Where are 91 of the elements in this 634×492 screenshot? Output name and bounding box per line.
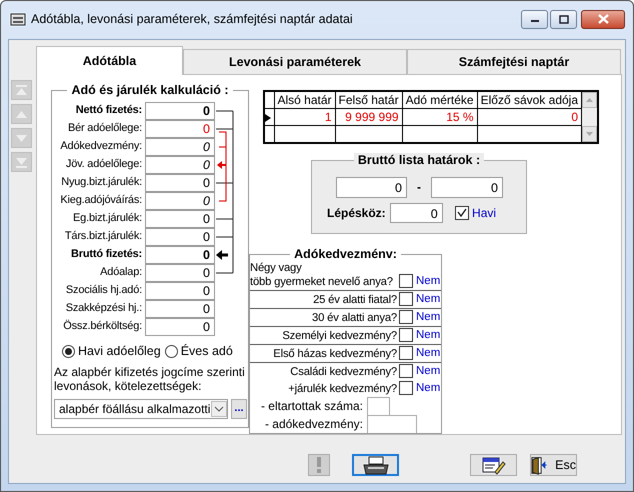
up-arrow-icon [14,83,29,97]
tab[interactable]: Levonási paraméterek [183,49,407,74]
value-field: 0 [145,210,215,228]
answer-text: Nem [415,293,441,308]
answer-text: Nem [415,365,441,380]
radio-option[interactable]: Éves adó [164,344,233,359]
close-icon [598,14,608,24]
window-title: Adótábla, levonási paraméterek, számfejtési naptár adatai [31,12,354,26]
app-icon [10,12,26,26]
checkbox[interactable] [399,310,413,324]
field-label: Eg.bizt.járulék: [72,212,143,226]
field-label: Lépésköz: [327,206,386,220]
value-field: 0 [336,177,407,198]
caret-icon [211,400,227,417]
value-field: 0 [145,228,215,246]
option-label: Négy vagy több gyermeket nevelő anya? [250,261,394,290]
value-field: 0 [145,156,215,174]
maximize-button[interactable] [550,10,577,28]
value-field: 0 [145,318,215,336]
value-field: 0 [145,120,215,138]
option-label: 25 év alatti fiatal? [312,292,398,307]
exit-button[interactable]: Esc [530,454,577,476]
checkbox[interactable] [399,364,413,378]
value-field: 0 [145,264,215,282]
input-field[interactable] [367,397,390,416]
value-field: 0 [431,177,503,198]
radio-option[interactable]: Havi adóelőleg [62,344,161,359]
option-label: Személyi kedvezmény? [281,328,398,343]
more-button[interactable]: ... [231,398,247,419]
checkbox[interactable] [399,346,413,360]
answer-text: Nem [415,311,441,326]
field-label: - adókedvezmény: [264,417,364,432]
value-field: 0 [145,282,215,300]
column-header: Alsó határ [274,91,336,108]
answer-text: Nem [415,275,441,290]
field-label: Bér adóelőlege: [66,122,143,136]
answer-text: Nem [415,382,441,396]
field-label: - eltartottak száma: [260,399,364,414]
checkbox[interactable] [399,292,413,306]
printer-icon [362,456,388,474]
table-cell: 9 999 999 [335,108,402,126]
print-button[interactable] [352,454,399,476]
answer-text: Nem [415,329,441,344]
deductions-label: Az alapbér kifizetés jogcíme szerinti levonások, kötelezettségek: [54,365,246,394]
field-label: Nyug.bizt.járulék: [60,176,143,190]
input-field[interactable] [367,415,417,434]
close-button[interactable] [581,10,625,28]
checkbox[interactable] [399,328,413,342]
field-label: Jöv. adóelőlege: [64,158,143,172]
maximize-icon [558,14,568,24]
checkbox[interactable] [399,274,413,288]
value-field: 0 [145,138,215,156]
value-field: 0 [145,192,215,210]
dropdown-value: alapbér föállásu alkalmazotti [59,402,210,416]
value-field: 0 [145,102,215,120]
field-label: Szociális hj.adó: [64,284,143,298]
field-label: Nettó fizetés: [74,104,143,118]
option-label: Első házas kedvezmény? [272,346,398,361]
table-cell: 1 [274,108,336,126]
checkmark-icon [456,208,467,218]
option-label: +járulék kedvezmény? [287,382,398,396]
dropdown-field[interactable]: alapbér föállásu alkalmazotti [54,398,228,419]
range-separator: - [416,180,422,195]
group-title: Adó és járulék kalkuláció : [67,83,232,98]
value-field: 0 [145,246,215,264]
edit-button[interactable] [470,454,517,476]
field-label: Szakképzési hj.: [64,302,143,316]
answer-text: Nem [415,347,441,362]
field-label: Adókedvezmény: [59,140,143,154]
field-label: Bruttó fizetés: [70,248,143,262]
checkbox-option[interactable]: Havi [454,206,496,220]
tab[interactable]: Adótábla [36,46,183,75]
option-label: Családi kedvezmény? [289,364,398,379]
down-arrow-icon [14,155,29,169]
scrollbar[interactable] [582,92,598,142]
table-cell: 15 % [402,108,478,126]
column-header: Adó mértéke [402,91,478,108]
checkbox[interactable] [399,381,413,396]
option-label: 30 év alatti anya? [311,310,398,325]
field-label: Össz.bérköltség: [62,320,143,334]
field-label: Adóalap: [99,266,143,280]
column-header: Felső határ [335,91,402,108]
tab[interactable]: Számfejtési naptár [407,49,621,74]
edit-form-icon [482,456,506,474]
value-field: 0 [390,203,443,223]
field-label: Kieg.adójóváírás: [59,194,143,208]
value-field: 0 [145,300,215,318]
field-label: Társ.bizt.járulék: [64,230,143,244]
minimize-button[interactable] [521,10,548,28]
column-header: Előző sávok adója [477,91,582,108]
value-field: 0 [145,174,215,192]
